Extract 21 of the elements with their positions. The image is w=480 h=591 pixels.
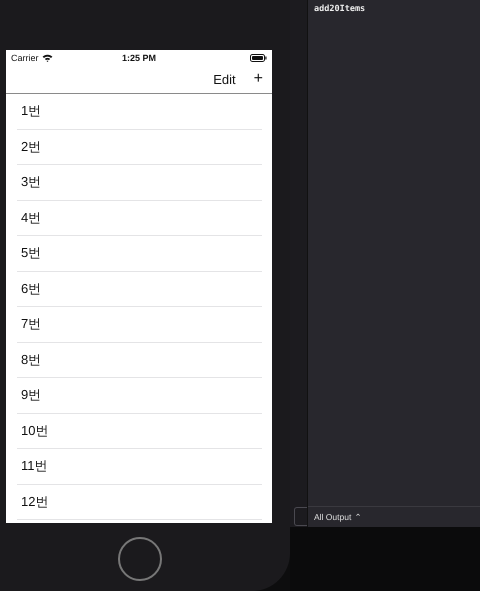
list-row[interactable]: 10번 [17, 414, 262, 449]
list-row[interactable]: 9번 [17, 378, 262, 414]
add-button[interactable]: + [254, 70, 263, 88]
list-row[interactable]: 12번 [17, 484, 262, 520]
list-row[interactable]: 4번 [17, 200, 262, 236]
battery-icon [250, 54, 267, 62]
wifi-icon [42, 54, 53, 62]
carrier-label: Carrier [11, 52, 39, 62]
status-time: 1:25 PM [122, 52, 156, 62]
console-output: add20Items [313, 3, 366, 14]
edit-button[interactable]: Edit [213, 72, 236, 86]
list-row[interactable]: 1번 [17, 94, 262, 130]
output-filter[interactable]: All Output ⌃ [314, 512, 362, 522]
list-row[interactable]: 11번 [17, 449, 262, 484]
list-row[interactable]: 3번 [17, 165, 262, 200]
home-button[interactable] [118, 537, 162, 581]
list-row[interactable]: 8번 [17, 342, 262, 378]
list-row[interactable]: 7번 [17, 307, 262, 342]
list-row[interactable]: 6번 [17, 272, 262, 307]
list-row[interactable]: 2번 [17, 130, 262, 165]
list-row[interactable]: 5번 [17, 236, 262, 272]
